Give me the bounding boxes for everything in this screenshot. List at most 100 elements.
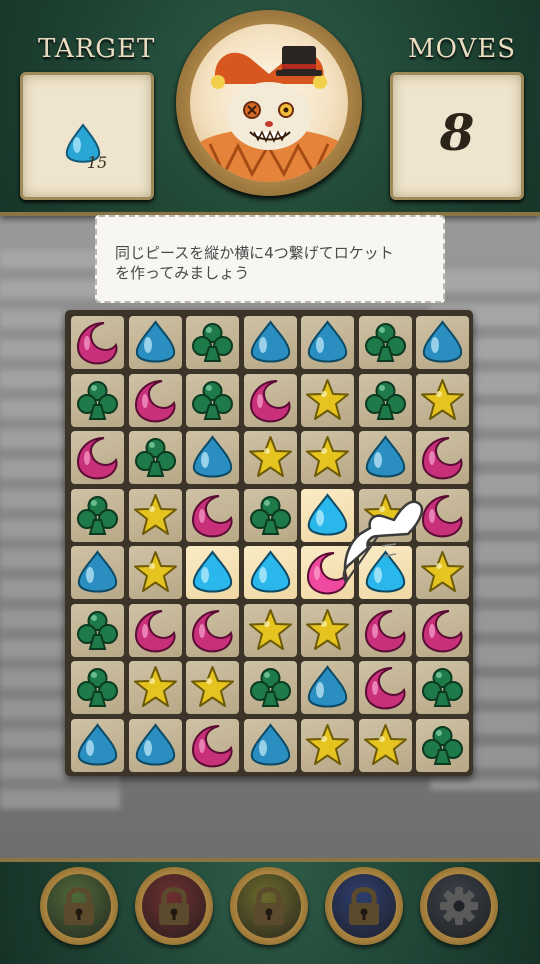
lock-icon (159, 887, 189, 925)
board-cell[interactable] (243, 316, 297, 369)
boss-portrait[interactable] (176, 10, 362, 196)
moon-gem-icon (191, 609, 233, 652)
board-cell[interactable] (186, 661, 239, 714)
settings-button[interactable] (420, 867, 498, 945)
board-cell[interactable] (128, 546, 182, 599)
board-cell[interactable] (186, 718, 239, 772)
moon-gem-icon (364, 667, 405, 710)
locked-slot-4-button[interactable] (325, 867, 403, 945)
lock-icon (254, 887, 284, 925)
board-cell[interactable] (71, 373, 124, 427)
moves-count: 8 (439, 103, 475, 162)
board-cell[interactable] (243, 431, 297, 484)
board-cell[interactable] (416, 431, 469, 484)
board-cell[interactable] (416, 603, 469, 657)
moon-gem-icon (421, 609, 463, 652)
star-gem-icon (248, 608, 292, 650)
board-cell[interactable] (128, 661, 182, 714)
board-cell[interactable] (71, 661, 124, 714)
board-cell[interactable] (358, 431, 412, 484)
board-cell[interactable] (128, 603, 182, 657)
board-cell[interactable] (71, 316, 124, 369)
lock-icon (64, 887, 94, 925)
board-cell[interactable] (301, 431, 354, 484)
board-cell[interactable] (301, 373, 354, 427)
board-cell[interactable] (71, 603, 124, 657)
board-cell[interactable] (243, 546, 297, 599)
club-gem-icon (134, 438, 176, 477)
board-cell[interactable] (186, 431, 239, 484)
board-cell[interactable] (358, 603, 412, 657)
club-gem-icon (192, 380, 233, 420)
board-cell[interactable] (301, 316, 354, 369)
board-cell[interactable] (416, 718, 469, 772)
board-cell[interactable] (243, 488, 297, 542)
club-gem-icon (364, 323, 406, 362)
board-cell[interactable] (358, 316, 412, 369)
board-cell[interactable] (186, 546, 239, 599)
board-cell[interactable] (243, 603, 297, 657)
moon-gem-icon (249, 379, 290, 422)
board-cell[interactable] (301, 718, 354, 772)
board-cell[interactable] (128, 431, 182, 484)
target-title: TARGET (38, 34, 156, 64)
star-gem-icon (306, 378, 349, 420)
top-bar: TARGET 15 MOVES 8 (0, 0, 540, 216)
board-cell[interactable] (186, 603, 239, 657)
club-gem-icon (77, 495, 118, 535)
board-cell[interactable] (71, 546, 124, 599)
star-gem-icon (421, 378, 464, 420)
club-gem-icon (422, 668, 463, 707)
board-cell[interactable] (416, 373, 469, 427)
board-cell[interactable] (128, 373, 182, 427)
star-gem-icon (363, 723, 407, 765)
board-cell[interactable] (128, 488, 182, 542)
drop-gem-icon (307, 320, 348, 363)
board-cell[interactable] (243, 661, 297, 714)
drop-gem-icon (135, 722, 175, 765)
target-panel: 15 (20, 72, 154, 200)
moves-title: MOVES (408, 34, 517, 64)
jester-cat-icon (190, 24, 348, 182)
drop-gem-icon (307, 665, 348, 708)
moon-gem-icon (364, 609, 405, 652)
drop-gem-icon (192, 550, 233, 593)
drop-gem-icon (365, 435, 405, 478)
drop-gem-icon (135, 320, 175, 363)
pointing-hand-icon (342, 500, 424, 584)
moves-panel: 8 (390, 72, 524, 200)
moon-gem-icon (191, 724, 233, 767)
board-cell[interactable] (71, 431, 124, 484)
board-cell[interactable] (243, 718, 297, 772)
drop-gem-icon (422, 320, 463, 363)
board-cell[interactable] (71, 718, 124, 772)
board-cell[interactable] (71, 488, 124, 542)
star-gem-icon (306, 608, 349, 650)
club-gem-icon (77, 610, 118, 650)
board-cell[interactable] (416, 661, 469, 714)
board-cell[interactable] (301, 603, 354, 657)
board-cell[interactable] (416, 316, 469, 369)
board-cell[interactable] (358, 661, 412, 714)
board-cell[interactable] (358, 718, 412, 772)
drop-gem-icon (77, 722, 118, 765)
locked-slot-1-button[interactable] (40, 867, 118, 945)
star-gem-icon (133, 551, 177, 592)
locked-slot-2-button[interactable] (135, 867, 213, 945)
board-cell[interactable] (128, 718, 182, 772)
board-cell[interactable] (243, 373, 297, 427)
board-cell[interactable] (186, 316, 239, 369)
board-cell[interactable] (186, 373, 239, 427)
board-cell[interactable] (358, 373, 412, 427)
locked-slot-3-button[interactable] (230, 867, 308, 945)
drop-gem-icon (250, 722, 290, 765)
gear-icon (440, 887, 478, 925)
moon-gem-icon (134, 379, 175, 422)
drop-gem-icon (250, 550, 290, 593)
board-cell[interactable] (301, 661, 354, 714)
drop-gem-icon (250, 320, 290, 363)
board-cell[interactable] (128, 316, 182, 369)
target-count: 15 (87, 153, 108, 172)
club-gem-icon (249, 668, 291, 707)
board-cell[interactable] (186, 488, 239, 542)
